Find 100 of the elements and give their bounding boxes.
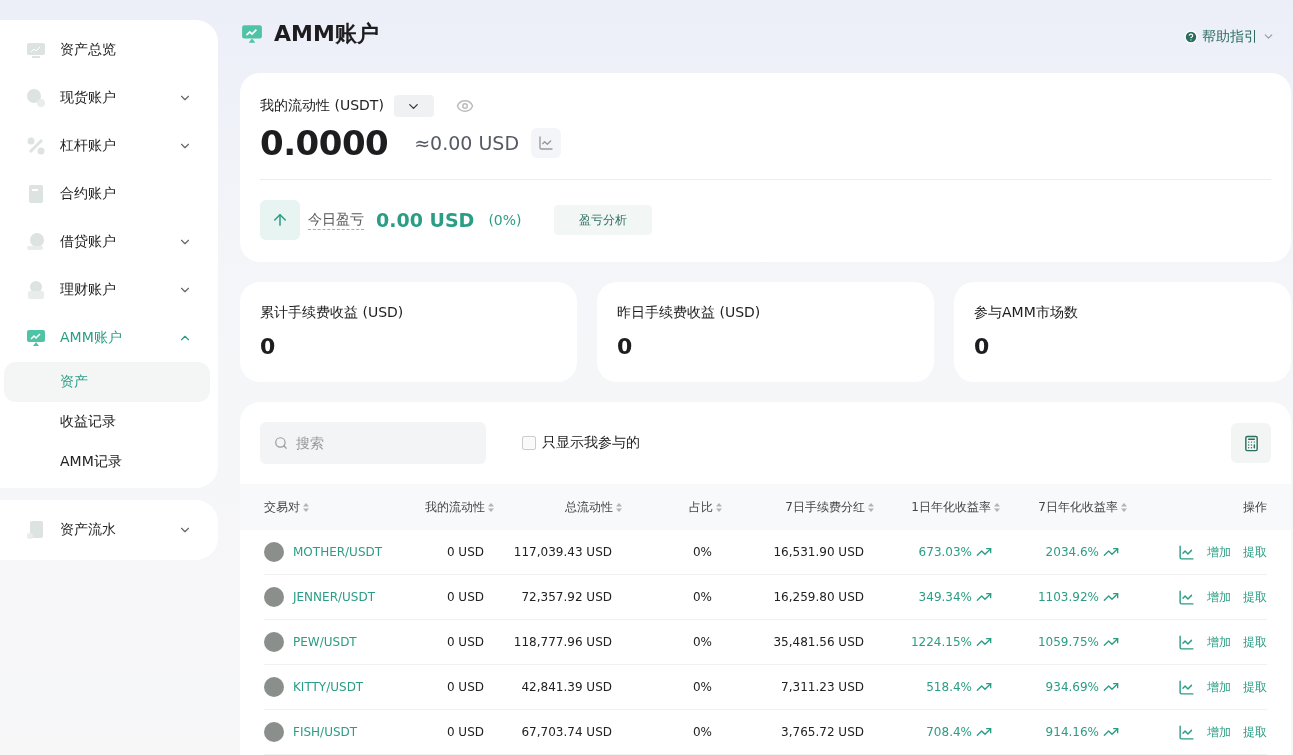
withdraw-link[interactable]: 提取 (1243, 633, 1267, 651)
sort-icon[interactable] (303, 502, 309, 512)
pair-link[interactable]: PEW/USDT (293, 635, 357, 649)
document-icon (26, 184, 46, 204)
stat-value: 0 (260, 334, 277, 359)
chart-icon[interactable] (1178, 723, 1195, 741)
sidebar-item[interactable]: 现货账户 (0, 74, 218, 122)
chart-icon[interactable] (1178, 678, 1195, 696)
chart-icon[interactable] (1178, 633, 1195, 651)
chart-icon[interactable] (1178, 543, 1195, 561)
sidebar-item[interactable]: 理财账户 (0, 266, 218, 314)
sidebar-item[interactable]: 借贷账户 (0, 218, 218, 266)
pair-link[interactable]: FISH/USDT (293, 725, 358, 739)
sidebar-item[interactable]: AMM账户 (0, 314, 218, 362)
column-header: 7日手续费分红 (785, 498, 865, 516)
sort-icon[interactable] (716, 502, 722, 512)
column-header: 我的流动性 (425, 498, 485, 516)
withdraw-link[interactable]: 提取 (1243, 678, 1267, 696)
sidebar-item[interactable]: 资产流水 (0, 506, 218, 554)
table-cell: 0% (692, 725, 712, 739)
table-cell: 0 USD (446, 635, 484, 649)
coin-wallet-icon (26, 280, 46, 300)
sort-icon[interactable] (994, 502, 1000, 512)
table-cell: 35,481.56 USD (773, 635, 864, 649)
add-link[interactable]: 增加 (1207, 633, 1231, 651)
help-label[interactable]: 帮助指引 (1202, 27, 1258, 46)
stat-label: 昨日手续费收益 (USD) (617, 304, 762, 322)
help-icon (1184, 29, 1198, 44)
table-cell: 1059.75% (1037, 635, 1099, 649)
stat-value: 0 (617, 334, 634, 359)
sidebar-item[interactable]: 合约账户 (0, 170, 218, 218)
table-cell: 3,765.72 USD (781, 725, 864, 739)
table-cell: 934.69% (1045, 680, 1099, 694)
calculator-icon (1242, 434, 1260, 452)
search-field[interactable]: 搜索 (260, 422, 486, 464)
checkbox-label[interactable]: 只显示我参与的 (542, 434, 640, 452)
column-header: 1日年化收益率 (911, 498, 991, 516)
eye-icon[interactable] (455, 97, 474, 115)
help-link[interactable]: 帮助指引 (1184, 27, 1275, 46)
table-cell: 67,703.74 USD (521, 725, 612, 739)
sidebar-subitem[interactable]: 资产 (4, 362, 210, 402)
sort-icon[interactable] (868, 502, 874, 512)
table-cell: 0% (692, 635, 712, 649)
chart-icon (538, 135, 555, 151)
pair-link[interactable]: KITTY/USDT (293, 680, 364, 694)
sidebar-item[interactable]: 资产总览 (0, 26, 218, 74)
table-cell: 16,259.80 USD (773, 590, 864, 604)
table-cell: 0 USD (446, 680, 484, 694)
table-cell: 2034.6% (1045, 545, 1099, 559)
token-avatar (264, 587, 284, 607)
pnl-analysis-button[interactable]: 盈亏分析 (553, 205, 652, 235)
column-header: 交易对 (264, 498, 300, 516)
pair-link[interactable]: MOTHER/USDT (293, 545, 383, 559)
table-cell: 0% (692, 590, 712, 604)
pair-link[interactable]: JENNER/USDT (293, 590, 375, 604)
sort-icon[interactable] (616, 502, 622, 512)
withdraw-link[interactable]: 提取 (1243, 543, 1267, 561)
currency-dropdown[interactable] (393, 95, 434, 117)
today-pnl-percent: (0%) (488, 212, 522, 228)
coin-hand-icon (26, 232, 46, 252)
table-cell: 914.16% (1045, 725, 1099, 739)
add-link[interactable]: 增加 (1207, 678, 1231, 696)
add-link[interactable]: 增加 (1207, 723, 1231, 741)
stat-label: 参与AMM市场数 (974, 304, 1079, 322)
table-cell: 42,841.39 USD (521, 680, 612, 694)
column-header: 总流动性 (565, 498, 613, 516)
table-cell: 1103.92% (1037, 590, 1099, 604)
withdraw-link[interactable]: 提取 (1243, 723, 1267, 741)
chart-icon[interactable] (1178, 588, 1195, 606)
ledger-icon (26, 520, 46, 540)
table-cell: 0 USD (446, 590, 484, 604)
sidebar-subitem[interactable]: 收益记录 (4, 402, 210, 442)
liquidity-value: 0.0000 (260, 123, 389, 163)
table-cell: 518.4% (926, 680, 972, 694)
column-header: 7日年化收益率 (1038, 498, 1118, 516)
token-avatar (264, 677, 284, 697)
table-cell: 7,311.23 USD (781, 680, 864, 694)
checkbox[interactable] (522, 436, 536, 450)
sort-icon[interactable] (488, 502, 494, 512)
column-header: 操作 (1243, 498, 1267, 516)
table-cell: 117,039.43 USD (513, 545, 612, 559)
monitor-chart-icon (240, 22, 264, 45)
sidebar-item[interactable]: 杠杆账户 (0, 122, 218, 170)
today-pnl-value: 0.00 USD (376, 209, 475, 231)
calculator-button[interactable] (1231, 423, 1271, 463)
sort-icon[interactable] (1121, 502, 1127, 512)
add-link[interactable]: 增加 (1207, 588, 1231, 606)
table-cell: 1224.15% (910, 635, 972, 649)
table-cell: 72,357.92 USD (521, 590, 612, 604)
token-avatar (264, 542, 284, 562)
sidebar-subitem[interactable]: AMM记录 (4, 442, 210, 482)
withdraw-link[interactable]: 提取 (1243, 588, 1267, 606)
monitor-chart-icon (26, 328, 46, 348)
today-pnl-label[interactable]: 今日盈亏 (308, 210, 364, 230)
table-cell: 349.34% (918, 590, 972, 604)
chart-button[interactable] (531, 128, 562, 158)
add-link[interactable]: 增加 (1207, 543, 1231, 561)
table-cell: 118,777.96 USD (513, 635, 612, 649)
table-cell: 16,531.90 USD (773, 545, 864, 559)
stat-label: 累计手续费收益 (USD) (260, 304, 405, 322)
